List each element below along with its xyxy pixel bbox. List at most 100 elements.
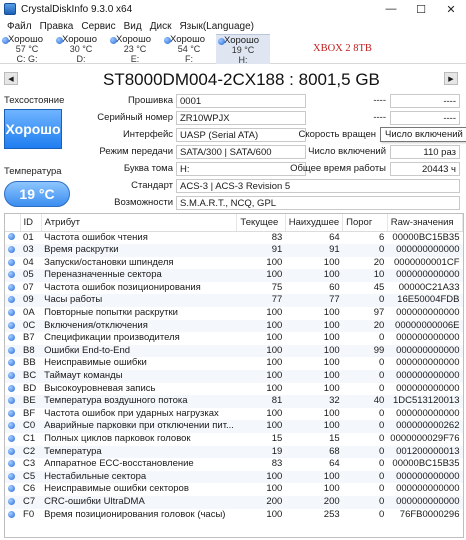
drive-tab-h[interactable]: Хорошо 19 °C H: — [216, 34, 270, 64]
id-cell: C6 — [23, 483, 36, 495]
features-label: Возможности — [114, 197, 173, 208]
status-dot-icon — [8, 346, 15, 354]
id-cell: 09 — [20, 294, 42, 308]
volume-letter-label: Буква тома — [123, 163, 173, 174]
table-row[interactable]: 0C Включения/отключения 100 100 20 0000000000… — [5, 319, 463, 333]
power-on-hours-field: 20443 ч — [390, 162, 460, 176]
worst-cell: 100 — [323, 382, 340, 394]
col-threshold[interactable]: Порог — [342, 214, 388, 232]
interface-field: UASP (Serial ATA) — [176, 128, 306, 142]
current-cell: 100 — [236, 370, 286, 383]
attribute-cell: Запуски/остановки шпинделя — [44, 256, 174, 268]
raw-cell: 000000000000 — [396, 382, 460, 394]
temperature-badge[interactable]: 19 °C — [4, 181, 70, 207]
table-row[interactable]: C6 Неисправимые ошибки секторов 100 100 0 000… — [5, 483, 463, 496]
col-id[interactable]: ID — [20, 214, 42, 232]
drive-tab-c[interactable]: Хорошо 57 °C C: G: — [0, 34, 54, 64]
standard-field: ACS-3 | ACS-3 Revision 5 — [176, 179, 460, 193]
col-attribute[interactable]: Атрибут — [41, 214, 238, 232]
maximize-icon[interactable]: ☐ — [406, 0, 436, 18]
raw-cell: 76FB0000296 — [399, 508, 460, 520]
rotation-speed-label: Скорость вращен — [298, 129, 376, 140]
table-row[interactable]: C5 Нестабильные сектора 100 100 0 00000000000… — [5, 470, 463, 484]
worst-cell: 100 — [323, 332, 340, 344]
status-dot-icon — [8, 422, 15, 430]
current-cell: 100 — [236, 269, 286, 282]
status-dot-icon — [8, 233, 15, 241]
drive-letter: E: — [130, 53, 140, 64]
raw-cell: 00000BC15B35 — [392, 458, 460, 470]
col-status — [5, 214, 21, 232]
drive-tab-e[interactable]: Хорошо 23 °C E: — [108, 34, 162, 64]
status-panel: Техсостояние Хорошо Температура 19 °C — [4, 95, 70, 207]
right-field-2: ---- — [390, 111, 460, 125]
attribute-cell: Неисправимые ошибки секторов — [44, 483, 189, 495]
attribute-cell: Частота ошибок при ударных нагрузках — [44, 407, 219, 419]
status-cell — [5, 395, 21, 408]
raw-cell: 000000000000 — [387, 244, 463, 257]
table-row[interactable]: C2 Температура 19 68 0 001200000013 — [5, 445, 463, 459]
table-row[interactable]: B7 Спецификации производителя 100 100 0 00000… — [5, 332, 463, 345]
menu-view[interactable]: Вид — [120, 21, 146, 32]
id-cell: C2 — [20, 445, 42, 459]
table-row[interactable]: 0A Повторные попытки раскрутки 100 100 97 000… — [5, 307, 463, 320]
table-row[interactable]: C3 Аппаратное ECC-восстановление 83 64 0 0000… — [5, 458, 463, 471]
menu-file[interactable]: Файл — [3, 21, 36, 32]
id-cell: 07 — [23, 281, 34, 293]
drive-tab-d[interactable]: Хорошо 30 °C D: — [54, 34, 108, 64]
table-row[interactable]: BD Высокоуровневая запись 100 100 0 000000000… — [5, 383, 463, 396]
status-cell — [5, 383, 20, 396]
status-dot-icon — [8, 485, 15, 493]
worst-cell: 77 — [285, 294, 343, 308]
table-row[interactable]: 07 Частота ошибок позиционирования 75 60 45 0… — [5, 282, 463, 295]
col-raw[interactable]: Raw-значения — [387, 214, 463, 232]
col-worst[interactable]: Наихудшее — [285, 214, 344, 232]
table-row[interactable]: BF Частота ошибок при ударных нагрузках 10… — [5, 408, 463, 421]
worst-cell: 15 — [329, 433, 340, 444]
close-icon[interactable]: ✕ — [436, 0, 466, 18]
status-cell — [5, 357, 20, 370]
threshold-cell: 99 — [342, 344, 388, 358]
prev-disk-button[interactable]: ◀ — [4, 72, 18, 85]
table-row[interactable]: C1 Полных циклов парковок головок 15 15 0 000… — [5, 433, 463, 446]
menu-edit[interactable]: Правка — [36, 21, 78, 32]
menu-disk[interactable]: Диск — [146, 21, 176, 32]
menu-service[interactable]: Сервис — [77, 21, 119, 32]
threshold-cell: 0 — [378, 508, 385, 520]
minimize-icon[interactable]: — — [376, 0, 406, 18]
power-on-count-label: Число включений — [308, 146, 386, 157]
window-controls: — ☐ ✕ — [376, 0, 466, 18]
raw-cell: 1DC513120013 — [387, 395, 463, 408]
smart-attributes-table[interactable]: ID Атрибут Текущее Наихудшее Порог Raw-з… — [4, 213, 464, 538]
health-label: Техсостояние — [4, 95, 65, 106]
threshold-cell: 0 — [378, 382, 385, 394]
col-current[interactable]: Текущее — [236, 214, 286, 232]
menu-language[interactable]: Язык(Language) — [175, 21, 258, 32]
health-status-button[interactable]: Хорошо — [4, 109, 62, 149]
table-row[interactable]: 05 Переназначенные сектора 100 100 10 0000000… — [5, 269, 463, 282]
status-dot-icon — [8, 258, 15, 266]
status-cell — [5, 470, 21, 484]
table-row[interactable]: C7 CRC-ошибки UltraDMA 200 200 0 000000000000 — [5, 495, 463, 509]
drive-tab-f[interactable]: Хорошо 54 °C F: — [162, 34, 216, 64]
table-row[interactable]: 03 Время раскрутки 91 91 0 000000000000 — [5, 244, 463, 257]
next-disk-button[interactable]: ▶ — [444, 72, 458, 85]
threshold-cell: 0 — [378, 458, 385, 470]
table-row[interactable]: B8 Ошибки End-to-End 100 100 99 000000000000 — [5, 344, 463, 358]
status-cell — [5, 332, 20, 345]
table-row[interactable]: 01 Частота ошибок чтения 83 64 6 00000BC15B35 — [5, 231, 463, 244]
drive-letter: C: G: — [16, 53, 38, 64]
attribute-cell: Повторные попытки раскрутки — [44, 307, 178, 319]
table-row[interactable]: BC Таймаут команды 100 100 0 000000000000 — [5, 370, 463, 383]
table-row[interactable]: 04 Запуски/остановки шпинделя 100 100 20 0000… — [5, 257, 463, 270]
table-row[interactable]: BE Температура воздушного потока 81 32 40 1DC… — [5, 395, 463, 408]
table-row[interactable]: BB Неисправимые ошибки 100 100 0 000000000000 — [5, 357, 463, 370]
threshold-cell: 10 — [342, 269, 388, 282]
threshold-cell: 0 — [342, 294, 388, 308]
id-cell: BD — [23, 382, 37, 394]
table-row[interactable]: C0 Аварийные парковки при отключении пит.… — [5, 420, 463, 433]
status-dot-icon — [218, 38, 225, 45]
attribute-cell: Неисправимые ошибки — [44, 357, 147, 369]
table-row[interactable]: 09 Часы работы 77 77 0 16E50004FDB — [5, 294, 463, 308]
table-row[interactable]: F0 Время позиционирования головок (часы) 1… — [5, 509, 463, 522]
